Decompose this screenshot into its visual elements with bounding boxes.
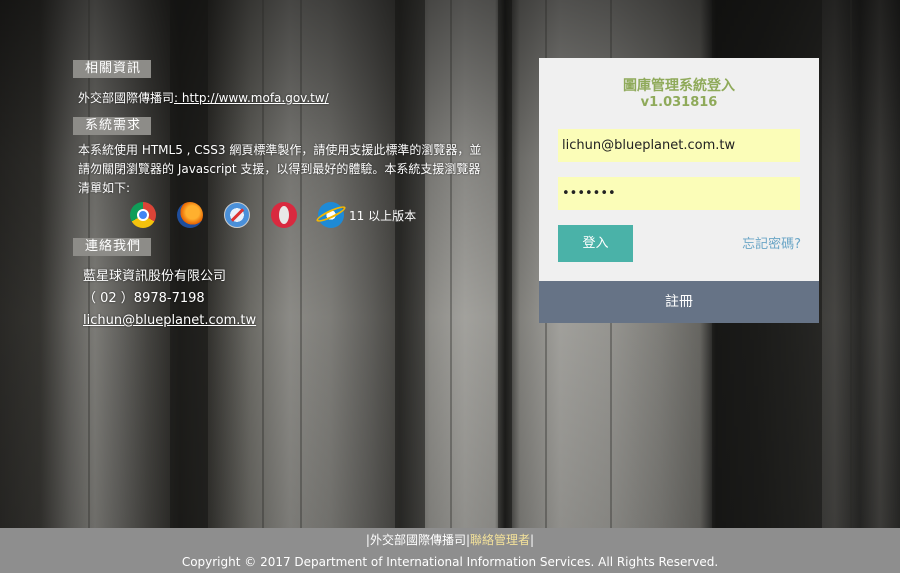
- mofa-line: 外交部國際傳播司: http://www.mofa.gov.tw/: [78, 88, 329, 108]
- column-flute: [262, 0, 264, 528]
- password-input[interactable]: [558, 177, 800, 210]
- column-flute: [850, 0, 852, 528]
- browser-list: 11 以上版本: [130, 200, 416, 230]
- footer: |外交部國際傳播司|聯絡管理者| Copyright © 2017 Depart…: [0, 528, 900, 573]
- footer-separator: |: [530, 533, 535, 547]
- ie-icon: [318, 202, 344, 228]
- contact-tag: 連絡我們: [73, 238, 152, 256]
- mofa-link[interactable]: : http://www.mofa.gov.tw/: [174, 91, 329, 105]
- footer-links: |外交部國際傳播司|聯絡管理者|: [0, 531, 900, 548]
- chrome-icon: [130, 202, 156, 228]
- login-button[interactable]: 登入: [558, 225, 633, 262]
- column-shadow: [170, 0, 208, 528]
- version-label: v1.031816: [640, 95, 718, 110]
- forgot-password-link[interactable]: 忘記密碼?: [742, 233, 801, 252]
- related-info-tag: 相關資訊: [73, 60, 152, 78]
- requirements-line: 清單如下:: [78, 181, 131, 195]
- requirements-tag: 系統需求: [73, 117, 152, 135]
- register-button[interactable]: 註冊: [539, 281, 819, 323]
- firefox-icon: [177, 202, 203, 228]
- mofa-prefix: 外交部國際傳播司: [78, 91, 175, 105]
- footer-link-contact-admin[interactable]: 聯絡管理者: [470, 533, 530, 547]
- column-shadow: [395, 0, 425, 528]
- login-panel: 圖庫管理系統登入 v1.031816 登入 忘記密碼? 註冊: [539, 58, 819, 323]
- requirements-line: 本系統使用 HTML5 , CSS3 網頁標準製作，請使用支援此標準的瀏覽器，並: [78, 143, 482, 157]
- footer-link-mofa[interactable]: 外交部國際傳播司: [370, 533, 466, 547]
- company-name: 藍星球資訊股份有限公司: [83, 269, 227, 284]
- column-flute: [88, 0, 90, 528]
- opera-icon: [271, 202, 297, 228]
- email-link[interactable]: lichun@blueplanet.com.tw: [83, 313, 256, 328]
- contact-email-link[interactable]: lichun@blueplanet.com.tw: [83, 311, 256, 331]
- phone-number: （ 02 ）8978-7198: [83, 291, 205, 306]
- copyright-text: Copyright © 2017 Department of Internati…: [181, 555, 719, 569]
- column-flute: [450, 0, 452, 528]
- safari-icon: [224, 202, 250, 228]
- login-title: 圖庫管理系統登入: [623, 78, 735, 94]
- username-input[interactable]: [558, 129, 800, 162]
- ie-version-note: 11 以上版本: [349, 208, 417, 223]
- column-flute: [300, 0, 302, 528]
- requirements-line: 請勿關閉瀏覽器的 Javascript 支援，以得到最好的體驗。本系統支援瀏覽器: [78, 162, 481, 176]
- column-shadow: [498, 0, 512, 528]
